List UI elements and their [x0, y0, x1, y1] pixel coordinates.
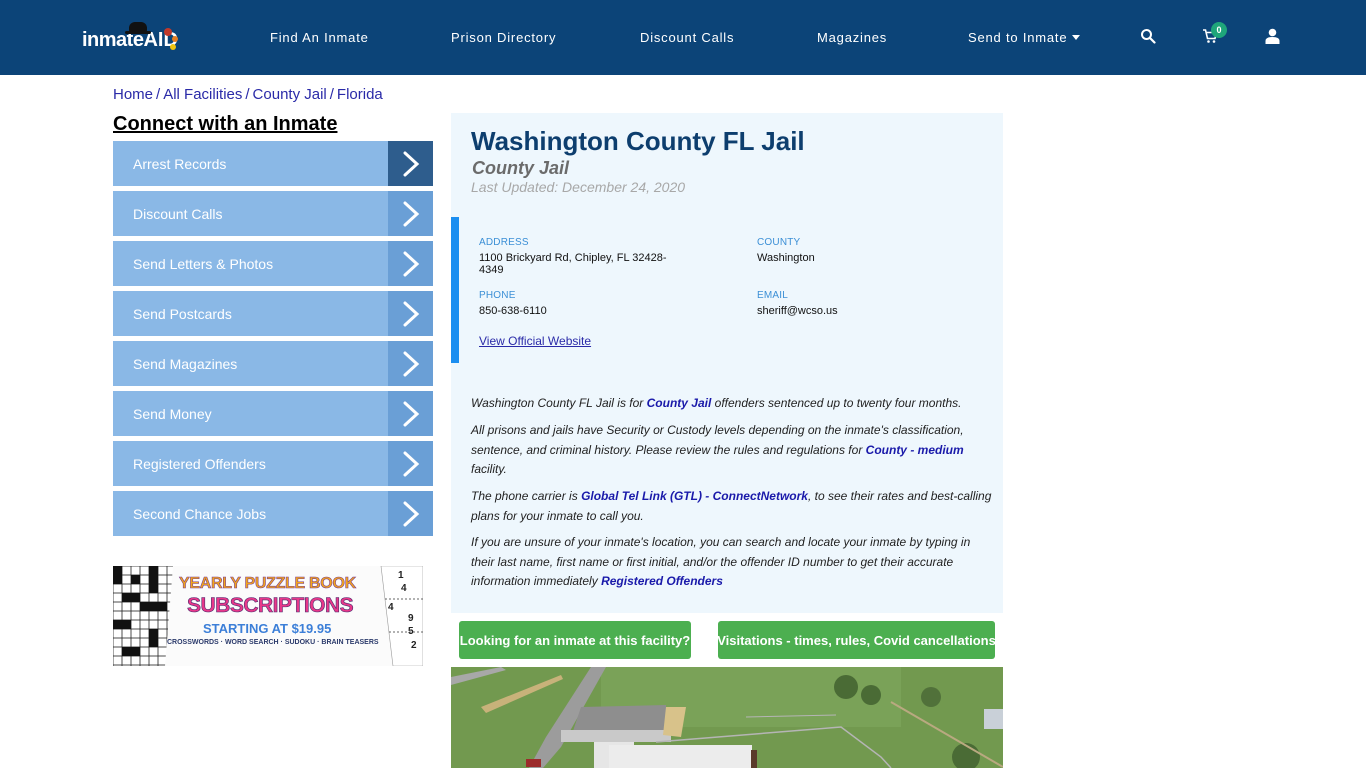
- leaf-icon: [172, 36, 178, 42]
- breadcrumb-home[interactable]: Home: [113, 86, 153, 103]
- caret-down-icon: [1072, 35, 1081, 41]
- facility-title: Washington County FL Jail: [471, 126, 805, 156]
- ad-price: STARTING AT $19.95: [203, 621, 332, 636]
- sidebar-item-second-chance-jobs[interactable]: Second Chance Jobs: [113, 491, 433, 536]
- pilgrim-hat-icon: [125, 22, 151, 34]
- chevron-right-icon: [388, 191, 433, 236]
- description-text: facility.: [471, 462, 507, 476]
- breadcrumb-separator: /: [245, 86, 250, 103]
- facility-aerial-photo: [451, 667, 1003, 768]
- facility-type: County Jail: [472, 158, 570, 178]
- chevron-right-icon: [388, 391, 433, 436]
- sidebar-item-label: Send Money: [133, 405, 212, 422]
- ad-headline: YEARLY PUZZLE BOOK: [179, 575, 357, 593]
- sudoku-digit: 4: [401, 583, 407, 594]
- chevron-right-icon: [388, 441, 433, 486]
- info-accent-bar: [451, 217, 459, 363]
- sidebar-item-label: Send Letters & Photos: [133, 255, 274, 272]
- nav-find-an-inmate[interactable]: Find An Inmate: [270, 30, 369, 46]
- ad-categories: CROSSWORDS · WORD SEARCH · SUDOKU · BRAI…: [167, 639, 379, 646]
- sidebar-item-label: Registered Offenders: [133, 455, 266, 472]
- sidebar-item-send-magazines[interactable]: Send Magazines: [113, 341, 433, 386]
- county-value: Washington: [757, 252, 815, 264]
- description-text: offenders sentenced up to twenty four mo…: [711, 396, 962, 410]
- sidebar-item-send-money[interactable]: Send Money: [113, 391, 433, 436]
- sidebar-item-send-postcards[interactable]: Send Postcards: [113, 291, 433, 336]
- description-paragraph: All prisons and jails have Security or C…: [471, 421, 996, 480]
- description-paragraph: If you are unsure of your inmate's locat…: [471, 533, 996, 592]
- find-inmate-at-facility-button[interactable]: Looking for an inmate at this facility?: [459, 621, 691, 659]
- description-paragraph: Washington County FL Jail is for County …: [471, 394, 996, 414]
- county-label: COUNTY: [757, 237, 801, 248]
- breadcrumb-county-jail[interactable]: County Jail: [253, 86, 327, 103]
- phone-label: PHONE: [479, 290, 516, 301]
- sudoku-digit: 2: [411, 640, 417, 651]
- chevron-right-icon: [388, 241, 433, 286]
- visitations-button[interactable]: Visitations - times, rules, Covid cancel…: [717, 621, 996, 659]
- sidebar-item-send-letters-photos[interactable]: Send Letters & Photos: [113, 241, 433, 286]
- address-label: ADDRESS: [479, 237, 529, 248]
- email-value: sheriff@wcso.us: [757, 305, 838, 317]
- sidebar-item-arrest-records[interactable]: Arrest Records: [113, 141, 433, 186]
- breadcrumb-florida[interactable]: Florida: [337, 86, 383, 103]
- sudoku-digit: 5: [408, 626, 414, 637]
- ad-subheadline: SUBSCRIPTIONS: [187, 594, 354, 618]
- chevron-right-icon: [388, 491, 433, 536]
- sudoku-digit: 9: [408, 613, 414, 624]
- sidebar-item-label: Arrest Records: [133, 155, 227, 172]
- breadcrumb-separator: /: [156, 86, 161, 103]
- county-jail-link[interactable]: County Jail: [647, 396, 712, 410]
- sidebar-item-label: Second Chance Jobs: [133, 505, 267, 522]
- address-line-1: 1100 Brickyard Rd, Chipley, FL 32428-: [479, 252, 667, 264]
- address-line-2: 4349: [479, 264, 504, 276]
- leaf-icon: [164, 28, 172, 36]
- phone-value: 850-638-6110: [479, 305, 547, 317]
- cart-count-badge: 0: [1211, 22, 1227, 38]
- last-updated: Last Updated: December 24, 2020: [471, 179, 686, 195]
- breadcrumb: Home / All Facilities / County Jail / Florida: [113, 86, 383, 103]
- nav-discount-calls[interactable]: Discount Calls: [640, 30, 734, 46]
- sidebar-item-label: Send Postcards: [133, 305, 232, 322]
- email-label: EMAIL: [757, 290, 789, 301]
- puzzle-book-ad-banner[interactable]: YEARLY PUZZLE BOOK SUBSCRIPTIONS STARTIN…: [113, 566, 423, 666]
- sidebar-item-label: Discount Calls: [133, 205, 223, 222]
- registered-offenders-link[interactable]: Registered Offenders: [601, 574, 723, 588]
- security-level-link[interactable]: County - medium: [866, 443, 964, 457]
- sidebar-title: Connect with an Inmate: [113, 113, 338, 135]
- search-icon[interactable]: [1140, 28, 1158, 46]
- nav-magazines[interactable]: Magazines: [817, 30, 887, 46]
- breadcrumb-all-facilities[interactable]: All Facilities: [163, 86, 242, 103]
- description-paragraph: The phone carrier is Global Tel Link (GT…: [471, 487, 996, 526]
- chevron-right-icon: [388, 341, 433, 386]
- phone-carrier-link[interactable]: Global Tel Link (GTL) - ConnectNetwork: [581, 489, 808, 503]
- chevron-right-icon: [388, 141, 433, 186]
- description-text: The phone carrier is: [471, 489, 582, 503]
- nav-send-to-inmate[interactable]: Send to Inmate: [968, 30, 1081, 46]
- chevron-right-icon: [388, 291, 433, 336]
- sidebar-item-discount-calls[interactable]: Discount Calls: [113, 191, 433, 236]
- breadcrumb-separator: /: [329, 86, 334, 103]
- sidebar-item-registered-offenders[interactable]: Registered Offenders: [113, 441, 433, 486]
- leaf-icon: [170, 44, 176, 50]
- sidebar-item-label: Send Magazines: [133, 355, 238, 372]
- description-text: Washington County FL Jail is for: [471, 396, 647, 410]
- nav-send-to-inmate-label: Send to Inmate: [968, 30, 1068, 45]
- sudoku-digit: 1: [398, 570, 404, 581]
- official-website-link[interactable]: View Official Website: [479, 334, 591, 348]
- top-navbar: inmate AID Find An Inmate Prison Director…: [0, 0, 1366, 75]
- sudoku-digit: 4: [388, 602, 394, 613]
- nav-prison-directory[interactable]: Prison Directory: [451, 30, 556, 46]
- user-icon[interactable]: [1265, 28, 1283, 46]
